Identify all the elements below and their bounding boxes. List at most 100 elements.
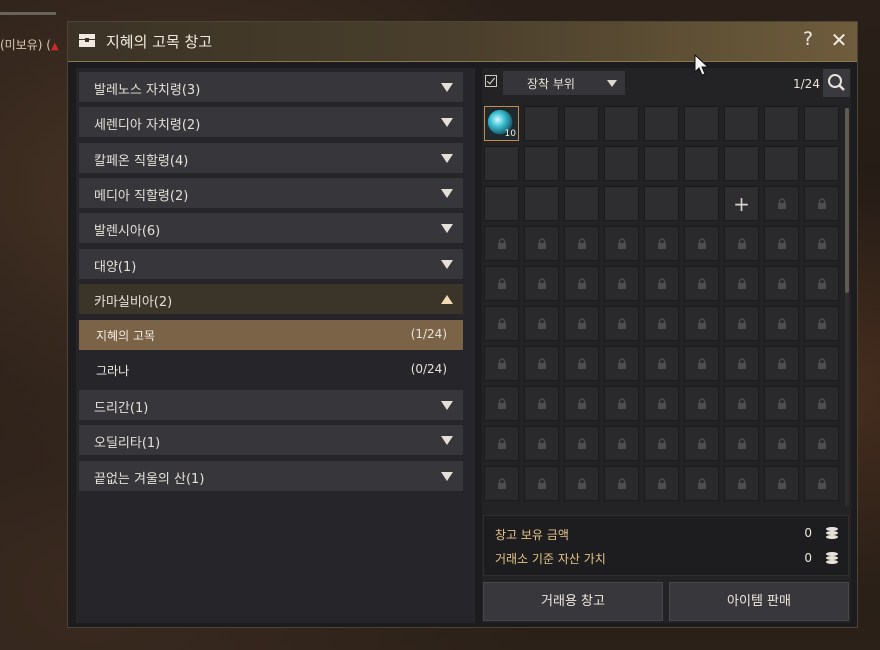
item-slot-locked[interactable] bbox=[484, 226, 519, 261]
item-slot-empty[interactable] bbox=[564, 106, 599, 141]
item-slot-locked[interactable] bbox=[724, 426, 759, 461]
item-slot-locked[interactable] bbox=[644, 306, 679, 341]
item-slot-locked[interactable] bbox=[484, 386, 519, 421]
item-slot-empty[interactable] bbox=[724, 146, 759, 181]
help-button[interactable]: ? bbox=[798, 28, 818, 50]
item-slot-locked[interactable] bbox=[684, 266, 719, 301]
item-slot-locked[interactable] bbox=[604, 426, 639, 461]
region-item-drieghan[interactable]: 드리간(1) bbox=[79, 390, 463, 420]
title-bar[interactable]: 지혜의 고목 창고 ? ✕ bbox=[68, 22, 857, 62]
item-slot-empty[interactable] bbox=[644, 186, 679, 221]
item-slot-locked[interactable] bbox=[764, 386, 799, 421]
region-item-calpheon[interactable]: 칼페온 직할령(4) bbox=[79, 143, 463, 173]
item-slot-locked[interactable] bbox=[684, 306, 719, 341]
item-slot-locked[interactable] bbox=[684, 426, 719, 461]
item-slot-locked[interactable] bbox=[484, 306, 519, 341]
item-slot-empty[interactable] bbox=[524, 186, 559, 221]
item-slot-locked[interactable] bbox=[564, 226, 599, 261]
item-slot-locked[interactable] bbox=[524, 306, 559, 341]
item-slot-empty[interactable] bbox=[564, 186, 599, 221]
item-slot-locked[interactable] bbox=[644, 346, 679, 381]
item-slot-empty[interactable] bbox=[604, 106, 639, 141]
item-slot-locked[interactable] bbox=[724, 346, 759, 381]
item-slot-locked[interactable] bbox=[724, 306, 759, 341]
region-item-kamasylvia[interactable]: 카마실비아(2) bbox=[79, 284, 463, 314]
item-slot-locked[interactable] bbox=[804, 226, 839, 261]
item-slot-filled[interactable]: 10 bbox=[484, 106, 519, 141]
item-slot-locked[interactable] bbox=[684, 386, 719, 421]
region-item-valencia[interactable]: 발렌시아(6) bbox=[79, 213, 463, 243]
region-item-mediah[interactable]: 메디아 직할령(2) bbox=[79, 178, 463, 208]
close-button[interactable]: ✕ bbox=[829, 28, 849, 52]
item-slot-empty[interactable] bbox=[724, 106, 759, 141]
item-slot-locked[interactable] bbox=[604, 226, 639, 261]
region-item-ocean[interactable]: 대양(1) bbox=[79, 249, 463, 279]
item-slot-empty[interactable] bbox=[484, 186, 519, 221]
item-slot-locked[interactable] bbox=[564, 426, 599, 461]
search-button[interactable] bbox=[823, 69, 850, 97]
region-item-odyllita[interactable]: 오딜리타(1) bbox=[79, 425, 463, 455]
region-item-serendia[interactable]: 세렌디아 자치령(2) bbox=[79, 107, 463, 137]
item-slot-locked[interactable] bbox=[764, 226, 799, 261]
item-slot-locked[interactable] bbox=[764, 426, 799, 461]
item-slot-locked[interactable] bbox=[524, 266, 559, 301]
scrollbar-thumb[interactable] bbox=[845, 108, 849, 293]
item-slot-locked[interactable] bbox=[564, 266, 599, 301]
item-slot-locked[interactable] bbox=[484, 266, 519, 301]
item-slot-empty[interactable] bbox=[604, 146, 639, 181]
item-slot-empty[interactable] bbox=[644, 106, 679, 141]
item-slot-locked[interactable] bbox=[524, 346, 559, 381]
item-slot-locked[interactable] bbox=[484, 426, 519, 461]
region-item-mountain-of-eternal-winter[interactable]: 끝없는 겨울의 산(1) bbox=[79, 461, 463, 491]
item-slot-locked[interactable] bbox=[724, 386, 759, 421]
item-slot-locked[interactable] bbox=[804, 346, 839, 381]
item-slot-locked[interactable] bbox=[764, 186, 799, 221]
item-slot-empty[interactable] bbox=[524, 106, 559, 141]
sell-items-button[interactable]: 아이템 판매 bbox=[669, 582, 849, 621]
item-slot-locked[interactable] bbox=[644, 266, 679, 301]
grid-scrollbar[interactable] bbox=[845, 108, 849, 506]
item-slot-locked[interactable] bbox=[804, 186, 839, 221]
storage-item-old-wisdom-tree[interactable]: 지혜의 고목 (1/24) bbox=[79, 320, 463, 350]
item-slot-locked[interactable] bbox=[764, 266, 799, 301]
item-slot-locked[interactable] bbox=[764, 346, 799, 381]
item-slot-locked[interactable] bbox=[724, 226, 759, 261]
item-slot-locked[interactable] bbox=[804, 466, 839, 501]
item-slot-locked[interactable] bbox=[804, 266, 839, 301]
item-slot-locked[interactable] bbox=[684, 346, 719, 381]
item-slot-empty[interactable] bbox=[484, 146, 519, 181]
item-slot-locked[interactable] bbox=[604, 266, 639, 301]
item-slot-locked[interactable] bbox=[524, 426, 559, 461]
item-slot-empty[interactable] bbox=[604, 186, 639, 221]
expand-slot-button[interactable]: + bbox=[724, 186, 759, 221]
item-slot-locked[interactable] bbox=[564, 306, 599, 341]
item-slot-locked[interactable] bbox=[604, 386, 639, 421]
item-slot-locked[interactable] bbox=[644, 466, 679, 501]
item-slot-empty[interactable] bbox=[564, 146, 599, 181]
item-slot-locked[interactable] bbox=[764, 306, 799, 341]
item-slot-empty[interactable] bbox=[684, 106, 719, 141]
item-slot-locked[interactable] bbox=[644, 226, 679, 261]
item-slot-locked[interactable] bbox=[484, 466, 519, 501]
item-slot-locked[interactable] bbox=[604, 306, 639, 341]
item-slot-locked[interactable] bbox=[564, 466, 599, 501]
item-slot-empty[interactable] bbox=[764, 146, 799, 181]
item-slot-locked[interactable] bbox=[524, 226, 559, 261]
item-slot-empty[interactable] bbox=[644, 146, 679, 181]
item-slot-locked[interactable] bbox=[804, 426, 839, 461]
item-slot-empty[interactable] bbox=[684, 146, 719, 181]
item-slot-locked[interactable] bbox=[644, 426, 679, 461]
item-slot-locked[interactable] bbox=[564, 386, 599, 421]
item-slot-locked[interactable] bbox=[804, 386, 839, 421]
item-slot-locked[interactable] bbox=[564, 346, 599, 381]
item-slot-empty[interactable] bbox=[804, 146, 839, 181]
item-slot-empty[interactable] bbox=[764, 106, 799, 141]
item-slot-empty[interactable] bbox=[524, 146, 559, 181]
storage-item-grana[interactable]: 그라나 (0/24) bbox=[79, 355, 463, 385]
slot-filter-dropdown[interactable]: 장착 부위 bbox=[503, 71, 625, 95]
item-slot-empty[interactable] bbox=[684, 186, 719, 221]
item-slot-locked[interactable] bbox=[724, 466, 759, 501]
item-slot-locked[interactable] bbox=[604, 346, 639, 381]
item-slot-locked[interactable] bbox=[484, 346, 519, 381]
item-slot-locked[interactable] bbox=[684, 466, 719, 501]
